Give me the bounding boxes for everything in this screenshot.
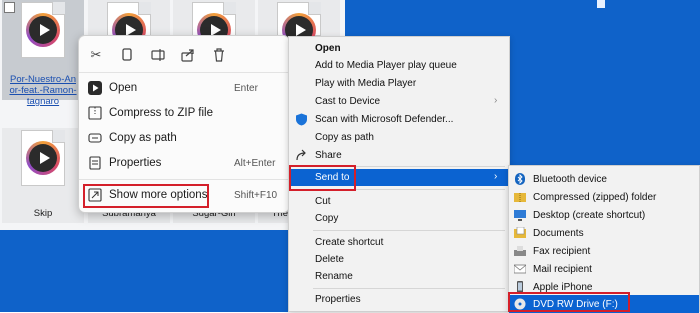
menu-divider	[313, 288, 505, 289]
copy-icon[interactable]	[116, 44, 138, 66]
send-to-mail[interactable]: Mail recipient	[509, 260, 699, 278]
classic-menu-item-properties[interactable]: Properties	[289, 291, 509, 308]
annotation-highlight-box	[289, 165, 356, 191]
audio-file-icon	[21, 130, 65, 186]
zip-icon	[88, 106, 102, 120]
menu-item-properties[interactable]: Properties Alt+Enter	[79, 153, 289, 175]
audio-file-icon	[277, 2, 321, 47]
audio-file-icon	[107, 2, 151, 47]
file-tile[interactable]	[258, 0, 340, 47]
file-tile[interactable]: Por-Nuestro-An or-feat.-Ramon- tagnaro	[2, 0, 84, 107]
menu-divider	[79, 72, 289, 73]
share-icon	[295, 149, 308, 162]
menu-item-compress-zip[interactable]: Compress to ZIP file	[79, 103, 289, 125]
defender-shield-icon	[295, 113, 308, 126]
annotation-highlight-box	[508, 292, 630, 312]
properties-icon	[88, 156, 102, 170]
classic-menu-item-cut[interactable]: Cut	[289, 193, 509, 210]
share-icon[interactable]	[177, 44, 199, 66]
menu-divider	[79, 179, 289, 180]
send-to-desktop[interactable]: Desktop (create shortcut)	[509, 206, 699, 224]
file-tile[interactable]: Skip	[2, 128, 84, 223]
classic-menu-item-delete[interactable]: Delete	[289, 251, 509, 268]
selection-checkbox[interactable]	[4, 2, 15, 13]
chevron-right-icon: ›	[494, 95, 498, 106]
classic-menu-item-copy-as-path[interactable]: Copy as path	[289, 129, 509, 146]
send-to-compressed-folder[interactable]: Compressed (zipped) folder	[509, 188, 699, 206]
delete-icon[interactable]	[208, 44, 230, 66]
classic-menu-item-play-with-media-player[interactable]: Play with Media Player	[289, 75, 509, 92]
classic-menu-item-open[interactable]: Open	[289, 40, 509, 57]
send-to-fax[interactable]: Fax recipient	[509, 242, 699, 260]
file-name: Por-Nuestro-An or-feat.-Ramon- tagnaro	[9, 74, 77, 107]
media-player-icon	[88, 81, 102, 95]
file-tile[interactable]	[88, 0, 170, 47]
classic-menu-item-rename[interactable]: Rename	[289, 268, 509, 285]
annotation-highlight-box	[83, 184, 209, 208]
audio-file-icon	[21, 2, 65, 58]
audio-file-icon	[192, 2, 236, 47]
cut-icon[interactable]: ✂	[85, 44, 107, 66]
menu-item-open[interactable]: Open Enter	[79, 78, 289, 100]
classic-menu-item-add-to-queue[interactable]: Add to Media Player play queue	[289, 57, 509, 74]
menu-divider	[313, 230, 505, 231]
bluetooth-icon	[514, 173, 526, 185]
zip-folder-icon	[514, 191, 526, 203]
rename-icon[interactable]	[147, 44, 169, 66]
windows-logo-fragment	[597, 0, 605, 8]
menu-item-copy-as-path[interactable]: Copy as path	[79, 128, 289, 150]
mail-icon	[513, 263, 527, 275]
documents-icon	[514, 226, 526, 239]
classic-menu-item-scan-defender[interactable]: Scan with Microsoft Defender...	[289, 111, 509, 128]
file-name: Skip	[33, 208, 53, 219]
fax-icon	[514, 245, 526, 257]
classic-menu-item-copy[interactable]: Copy	[289, 210, 509, 227]
path-icon	[88, 131, 102, 145]
classic-menu-item-share[interactable]: Share	[289, 147, 509, 164]
file-tile[interactable]	[173, 0, 255, 47]
chevron-right-icon: ›	[494, 171, 498, 182]
desktop-icon	[514, 209, 526, 221]
send-to-documents[interactable]: Documents	[509, 224, 699, 242]
send-to-submenu: Bluetooth device Compressed (zipped) fol…	[508, 165, 700, 313]
send-to-bluetooth[interactable]: Bluetooth device	[509, 170, 699, 188]
classic-menu-item-cast-to-device[interactable]: Cast to Device ›	[289, 93, 509, 110]
classic-menu-item-create-shortcut[interactable]: Create shortcut	[289, 234, 509, 251]
